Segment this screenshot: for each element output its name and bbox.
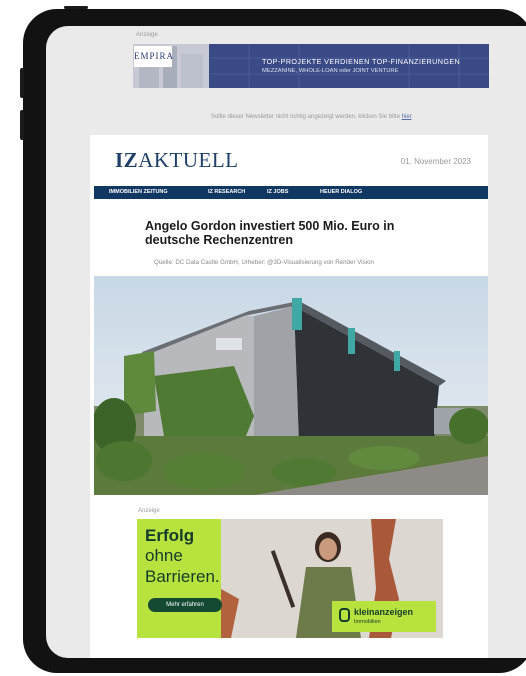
- kleinanzeigen-sub: Immobilien: [354, 619, 381, 625]
- banner-architecture-lines: [209, 44, 489, 88]
- ad-label-bottom: Anzeige: [138, 508, 160, 514]
- tablet-side-button-bottom: [20, 110, 24, 140]
- ad-headline-1: Erfolg: [145, 526, 195, 545]
- nav-immobilien-zeitung[interactable]: IMMOBILIEN ZEITUNG: [109, 189, 168, 195]
- article-headline[interactable]: Angelo Gordon investiert 500 Mio. Euro i…: [145, 219, 445, 247]
- newsletter-body: IZAKTUELL 01. November 2023 IMMOBILIEN Z…: [90, 135, 488, 658]
- ad-headline-2: ohne: [145, 546, 183, 565]
- kleinanzeigen-logo: kleinanzeigen Immobilien: [332, 601, 436, 632]
- kleinanzeigen-icon: [339, 608, 350, 622]
- nav-heuer-dialog[interactable]: HEUER DIALOG: [320, 189, 362, 195]
- tablet-screen: Anzeige EMPIRA TOP-PROJEKTE VERDIENEN TO…: [46, 26, 526, 658]
- notice-link[interactable]: hier: [402, 114, 412, 120]
- empira-logo: EMPIRA: [134, 46, 173, 67]
- iz-aktuell-logo[interactable]: IZAKTUELL: [115, 148, 239, 173]
- kleinanzeigen-ad[interactable]: Erfolg ohne Barrieren. Mehr erfahren kle…: [137, 519, 443, 638]
- nav-iz-research[interactable]: IZ RESEARCH: [208, 189, 245, 195]
- tablet-side-button-top: [20, 68, 24, 98]
- datacenter-hero-image[interactable]: [94, 276, 488, 495]
- email-content: Anzeige EMPIRA TOP-PROJEKTE VERDIENEN TO…: [90, 26, 489, 658]
- newsletter-date: 01. November 2023: [400, 157, 471, 166]
- image-source: Quelle: DC Data Castle GmbH, Urheber: @3…: [154, 259, 374, 266]
- ad-headline-3: Barrieren.: [145, 567, 220, 586]
- nav-iz-jobs[interactable]: IZ JOBS: [267, 189, 288, 195]
- empira-ad-banner[interactable]: [133, 44, 489, 88]
- empira-ad-headline: TOP-PROJEKTE VERDIENEN TOP-FINANZIERUNGE…: [262, 57, 461, 66]
- ad-label-top: Anzeige: [136, 32, 158, 38]
- display-notice: Sollte dieser Newsletter nicht richtig a…: [136, 114, 488, 120]
- empira-ad-subline: MEZZANINE, WHOLE-LOAN oder JOINT VENTURE: [262, 68, 399, 74]
- brand-bold: IZ: [115, 148, 139, 172]
- mehr-erfahren-button[interactable]: Mehr erfahren: [148, 598, 222, 612]
- kleinanzeigen-name: kleinanzeigen: [354, 607, 414, 617]
- tablet-top-button: [64, 6, 88, 9]
- brand-rest: AKTUELL: [138, 148, 239, 172]
- notice-end: .: [411, 114, 414, 120]
- nav-bar: IMMOBILIEN ZEITUNG IZ RESEARCH IZ JOBS H…: [94, 186, 488, 199]
- notice-text: Sollte dieser Newsletter nicht richtig a…: [210, 114, 401, 120]
